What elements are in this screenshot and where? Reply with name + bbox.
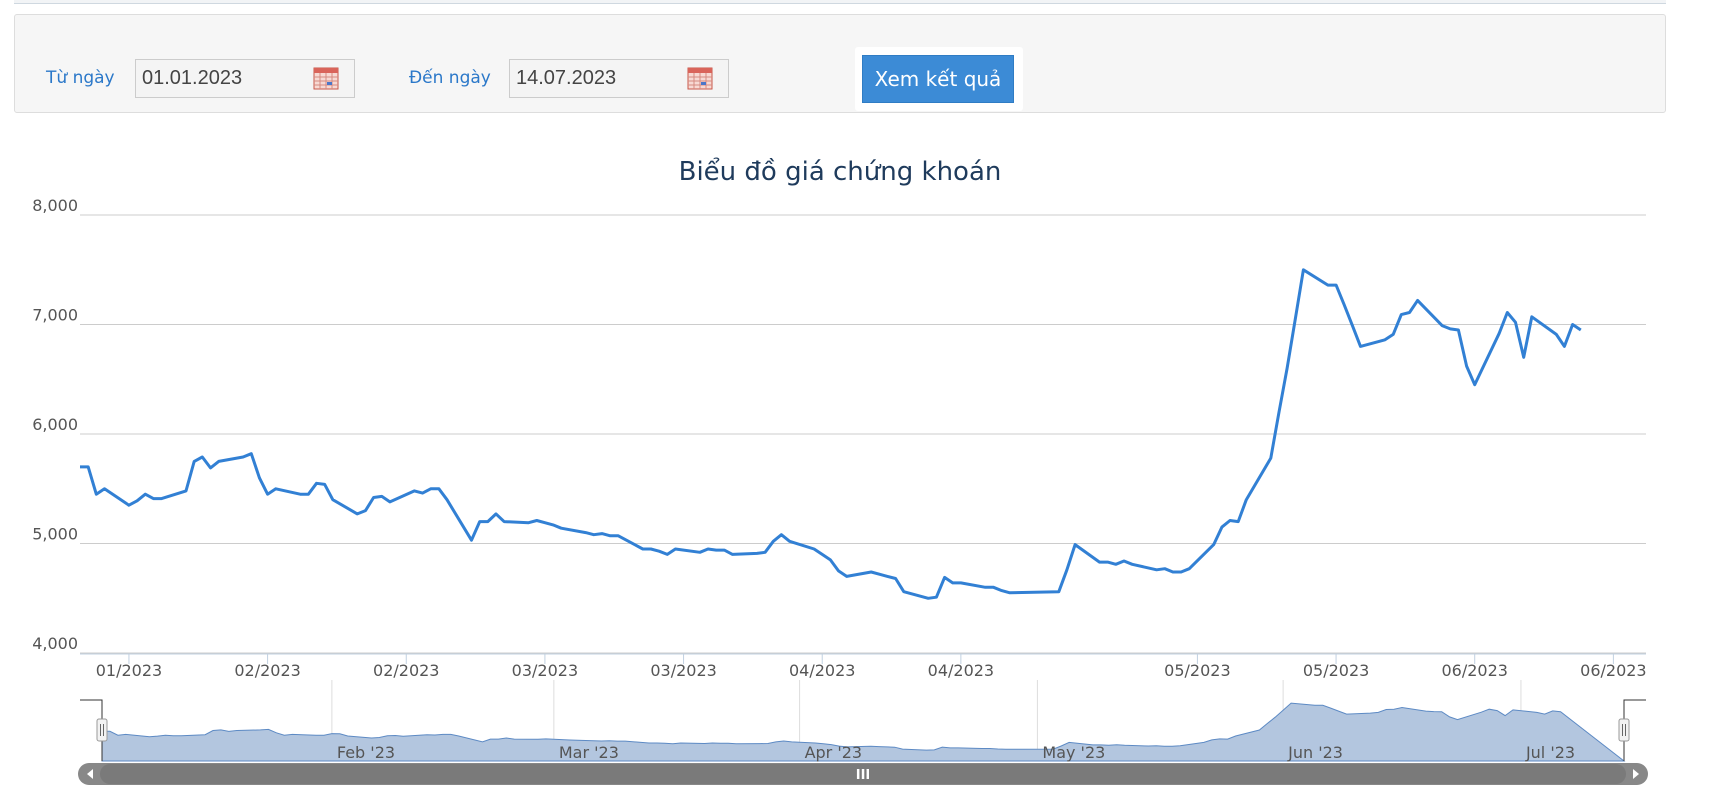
- y-tick-label: 5,000: [32, 525, 78, 544]
- handle-grip[interactable]: [1618, 718, 1630, 742]
- y-tick-label: 7,000: [32, 306, 78, 325]
- navigator[interactable]: Feb '23 Mar '23 Apr '23 May '23 Jun '23 Jul '…: [78, 680, 1648, 785]
- x-tick-label: 01/2023: [96, 661, 162, 680]
- y-tick-label: 8,000: [32, 196, 78, 215]
- chart-title: Biểu đồ giá chứng khoán: [679, 156, 1002, 187]
- navigator-right-handle[interactable]: [1618, 718, 1630, 742]
- x-tick-label: 02/2023: [373, 661, 439, 680]
- x-tick-label: 03/2023: [512, 661, 578, 680]
- handle-grip[interactable]: [96, 718, 108, 742]
- calendar-icon[interactable]: [313, 66, 339, 90]
- to-date-field[interactable]: [509, 59, 729, 98]
- to-date-label: Đến ngày: [409, 68, 491, 88]
- navigator-label: Jun '23: [1287, 743, 1343, 762]
- x-tick-label: 06/2023: [1441, 661, 1507, 680]
- to-date-input[interactable]: [510, 60, 680, 97]
- navigator-left-handle[interactable]: [96, 718, 108, 742]
- navigator-label: Jul '23: [1525, 743, 1575, 762]
- x-tick-label: 06/2023: [1580, 661, 1646, 680]
- y-tick-label: 6,000: [32, 415, 78, 434]
- from-date-field[interactable]: [135, 59, 355, 98]
- x-tick-label: 03/2023: [650, 661, 716, 680]
- navigator-label: Mar '23: [559, 743, 619, 762]
- stock-price-chart: Biểu đồ giá chứng khoán 4,000 5,000 6,000 7…: [32, 156, 1648, 785]
- from-date-input[interactable]: [136, 60, 306, 97]
- navigator-label: Apr '23: [805, 743, 863, 762]
- submit-button-frame: Xem kết quả: [855, 47, 1023, 111]
- navigator-label: Feb '23: [337, 743, 395, 762]
- date-filter-bar: Từ ngày Đến ngày Xem kết quả: [14, 14, 1666, 113]
- scrollbar-grip: III: [856, 768, 871, 783]
- x-tick-label: 05/2023: [1164, 661, 1230, 680]
- x-tick-label: 04/2023: [928, 661, 994, 680]
- x-tick-label: 02/2023: [234, 661, 300, 680]
- calendar-icon[interactable]: [687, 66, 713, 90]
- view-results-button[interactable]: Xem kết quả: [862, 55, 1014, 103]
- x-tick-label: 05/2023: [1303, 661, 1369, 680]
- x-tick-label: 04/2023: [789, 661, 855, 680]
- y-tick-label: 4,000: [32, 634, 78, 653]
- top-border: [14, 0, 1666, 4]
- navigator-label: May '23: [1042, 743, 1105, 762]
- from-date-label: Từ ngày: [46, 68, 115, 88]
